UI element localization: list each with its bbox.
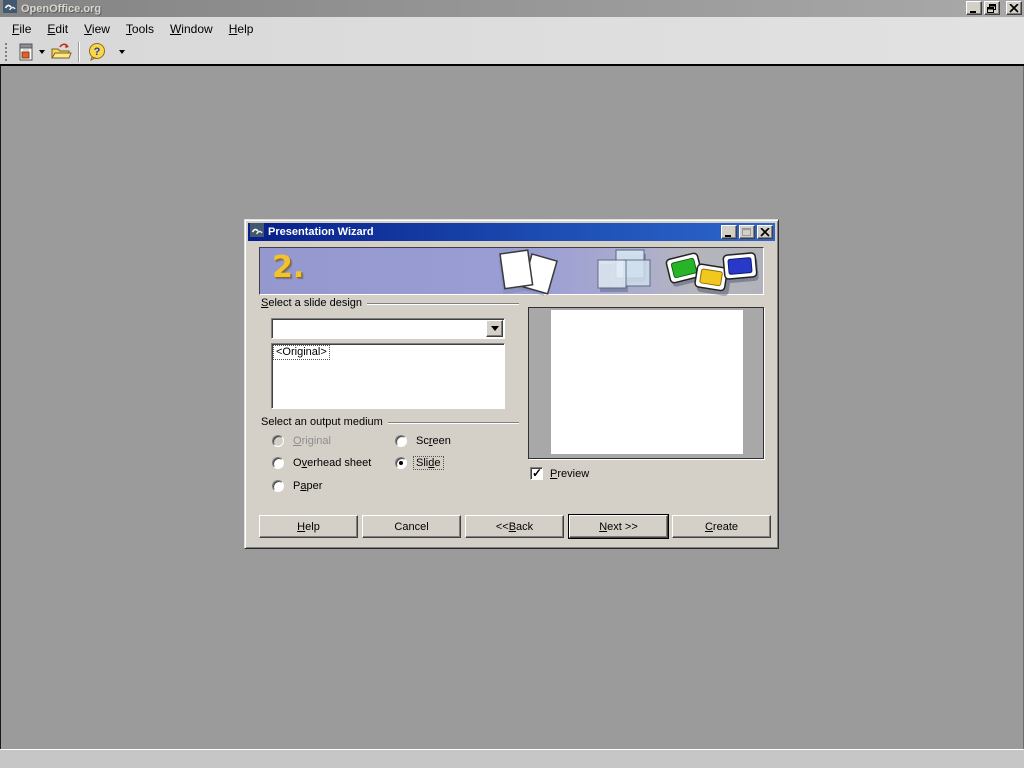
dialog-minimize-button[interactable] — [721, 225, 737, 239]
presentation-wizard-dialog: Presentation Wizard 2. — [244, 219, 779, 549]
slide-design-label: Select a slide design — [261, 297, 367, 309]
back-button[interactable]: << Back — [465, 515, 564, 538]
create-button[interactable]: Create — [672, 515, 771, 538]
blank-pages-icon — [488, 248, 570, 296]
app-title: OpenOffice.org — [21, 3, 101, 15]
dialog-body: 2. — [248, 241, 777, 547]
combobox-dropdown-button[interactable] — [486, 320, 503, 337]
group-divider — [388, 422, 519, 424]
menu-edit[interactable]: Edit — [39, 19, 76, 39]
dialog-close-button[interactable] — [757, 225, 773, 239]
dialog-titlebar[interactable]: Presentation Wizard — [248, 223, 775, 241]
toolbar-drag-handle[interactable] — [5, 43, 8, 61]
step-number: 2. — [272, 250, 304, 285]
preview-box — [528, 307, 764, 459]
radio-slide[interactable]: Slide — [395, 457, 443, 469]
preview-checkbox-row[interactable]: Preview — [530, 467, 589, 480]
dialog-logo-icon[interactable] — [250, 223, 264, 242]
screen: OpenOffice.org File Edit View Tools Wind — [0, 0, 1024, 768]
preview-checkbox-label: Preview — [550, 468, 589, 480]
radio-overhead-sheet[interactable]: Overhead sheet — [272, 457, 373, 469]
slide-design-listbox[interactable]: <Original> — [271, 343, 505, 409]
app-restore-button[interactable] — [984, 1, 1000, 15]
new-document-dropdown-icon[interactable] — [39, 50, 45, 54]
output-medium-label: Select an output medium — [261, 416, 388, 428]
new-document-icon[interactable] — [14, 40, 38, 64]
slide-design-group: Select a slide design — [261, 297, 519, 309]
status-strip — [0, 749, 1024, 768]
menu-tools[interactable]: Tools — [118, 19, 162, 39]
preview-checkbox[interactable] — [530, 467, 543, 480]
toolbar-separator — [78, 42, 80, 62]
menubar: File Edit View Tools Window Help — [0, 17, 1024, 40]
menu-help[interactable]: Help — [221, 19, 262, 39]
menu-window[interactable]: Window — [162, 19, 221, 39]
app-logo-icon[interactable] — [3, 0, 17, 18]
radio-screen[interactable]: Screen — [395, 435, 453, 447]
output-medium-group: Select an output medium — [261, 416, 519, 428]
app-titlebar[interactable]: OpenOffice.org — [0, 0, 1024, 17]
radio-icon — [272, 457, 284, 469]
radio-icon — [272, 435, 284, 447]
transparencies-icon — [590, 248, 656, 296]
group-divider — [367, 303, 519, 305]
radio-paper[interactable]: Paper — [272, 480, 324, 492]
app-minimize-button[interactable] — [966, 1, 982, 15]
combobox-field[interactable] — [271, 318, 505, 339]
dialog-maximize-button[interactable] — [739, 225, 755, 239]
cancel-button[interactable]: Cancel — [362, 515, 461, 538]
open-document-icon[interactable] — [49, 40, 73, 64]
radio-icon — [395, 457, 407, 469]
svg-text:?: ? — [94, 46, 101, 58]
radio-original[interactable]: Original — [272, 435, 333, 447]
wizard-step-banner: 2. — [259, 247, 764, 295]
list-item[interactable]: <Original> — [274, 346, 329, 359]
next-button[interactable]: Next >> — [569, 515, 668, 538]
toolbar: ? — [0, 40, 1024, 66]
radio-icon — [395, 435, 407, 447]
slide-design-combobox[interactable] — [271, 318, 505, 339]
app-close-button[interactable] — [1006, 1, 1022, 15]
toolbar-options-icon[interactable] — [119, 50, 125, 54]
radio-icon — [272, 480, 284, 492]
colored-slides-icon — [662, 248, 762, 296]
dialog-title: Presentation Wizard — [268, 226, 721, 238]
help-icon[interactable]: ? — [85, 40, 109, 64]
menu-file[interactable]: File — [4, 19, 39, 39]
chevron-down-icon — [491, 326, 499, 331]
help-button[interactable]: Help — [259, 515, 358, 538]
slide-preview-page — [551, 310, 743, 454]
menu-view[interactable]: View — [76, 19, 118, 39]
